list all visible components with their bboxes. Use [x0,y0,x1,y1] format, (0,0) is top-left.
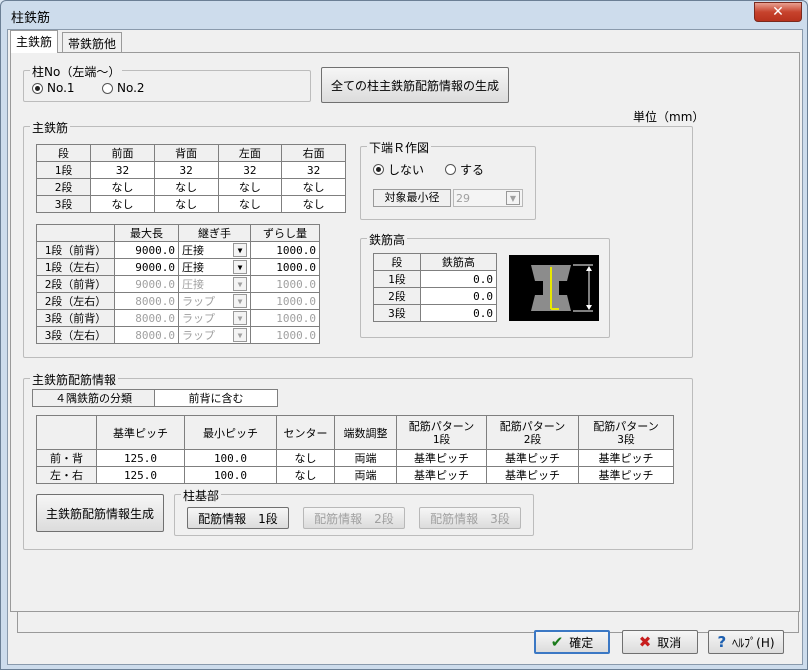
unit-label: 単位（mm） [633,110,705,124]
base-info-3-button: 配筋情報 3段 [419,507,521,529]
tab-panel: 柱No（左端～） No.1 No.2 全ての柱主鉄筋配筋情報の生成 単位（mm）… [10,52,800,633]
chevron-down-icon[interactable]: ▼ [233,260,247,274]
target-min-diameter-select: 29 ▼ [453,189,523,207]
table-row: 1段（前背） 9000.0 圧接 ▼ 1000.0 [36,241,320,259]
chevron-down-icon[interactable]: ▼ [233,243,247,257]
chevron-down-icon: ▼ [233,277,247,291]
tab-main-rebar[interactable]: 主鉄筋 [10,30,59,53]
joint-dropdown: ラップ ▼ [178,309,251,327]
main-rebar-legend: 主鉄筋 [30,119,71,136]
rebar-height-table: 段鉄筋高 1段 0.0 2段 0.0 3段 0.0 [373,253,498,322]
tab-hoop-rebar[interactable]: 帯鉄筋他 [62,32,123,52]
rebar-diameter-table: 段前面 背面 左面 右面 1段 32 32 32 32 2段 なし なし なし なし 3段 なし なし なし… [35,144,346,213]
help-button[interactable]: ? ﾍﾙﾌﾟ(H) [708,630,784,654]
table-row: 左・右 125.0 100.0 なし 両端 基準ピッチ 基準ピッチ 基準ピッチ [36,466,674,484]
window: 柱鉄筋 ✕ 主鉄筋 帯鉄筋他 柱No（左端～） No.1 No.2 全ての柱主鉄… [0,0,808,670]
rebar-height-legend: 鉄筋高 [367,231,408,248]
table-row: 3段 0.0 [373,304,498,322]
rebar-length-table: 最大長 継ぎ手 ずらし量 1段（前背） 9000.0 圧接 ▼ 1000.0 1段（左右） 9… [36,224,320,344]
generate-all-button[interactable]: 全ての柱主鉄筋配筋情報の生成 [321,67,509,103]
column-no-group: 柱No（左端～） No.1 No.2 [23,63,311,102]
client-area: 主鉄筋 帯鉄筋他 柱No（左端～） No.1 No.2 全ての柱主鉄筋配筋情報の… [7,29,803,665]
column-no-legend: 柱No（左端～） [30,63,123,80]
lower-r-legend: 下端Ｒ作図 [367,139,432,156]
joint-dropdown[interactable]: 圧接 ▼ [178,258,251,276]
main-rebar-group: 主鉄筋 段前面 背面 左面 右面 1段 32 32 32 32 2段 なし なし なし なし 3段 なし… [23,119,693,358]
rebar-height-diagram-icon [509,255,599,321]
joint-dropdown: ラップ ▼ [178,292,251,310]
radio-unselected-icon [445,164,456,175]
corner-rebar-table: ４隅鉄筋の分類 前背に含む [32,389,278,407]
arrangement-legend: 主鉄筋配筋情報 [30,371,119,388]
cross-icon: ✖ [638,633,652,651]
joint-dropdown: 圧接 ▼ [178,275,251,293]
table-row: 1段 0.0 [373,270,498,288]
table-row: 3段 なし なし なし なし [35,195,346,213]
generate-arrangement-button[interactable]: 主鉄筋配筋情報生成 [36,494,164,532]
radio-selected-icon [373,164,384,175]
ok-button[interactable]: ✔ 確定 [534,630,610,654]
chevron-down-icon: ▼ [233,294,247,308]
title-bar: 柱鉄筋 ✕ [1,1,807,29]
column-base-group: 柱基部 配筋情報 1段 配筋情報 2段 配筋情報 3段 [174,487,534,536]
question-icon: ? [717,633,727,651]
window-title: 柱鉄筋 [11,11,51,26]
table-row: 3段（前背） 8000.0 ラップ ▼ 1000.0 [36,309,320,327]
cancel-button[interactable]: ✖ 取消 [622,630,698,654]
radio-unselected-icon [102,82,113,94]
check-icon: ✔ [550,633,564,651]
chevron-down-icon: ▼ [506,191,520,205]
radio-lower-r-yes[interactable]: する [445,161,484,178]
table-row: 前・背 125.0 100.0 なし 両端 基準ピッチ 基準ピッチ 基準ピッチ [36,449,674,467]
radio-selected-icon [32,82,43,94]
radio-no2[interactable]: No.2 [102,81,145,95]
joint-dropdown[interactable]: 圧接 ▼ [178,241,251,259]
table-row: 1段 32 32 32 32 [35,161,346,179]
rebar-height-group: 鉄筋高 段鉄筋高 1段 0.0 2段 0.0 3段 0.0 [360,231,610,338]
corner-rebar-value[interactable]: 前背に含む [154,389,278,407]
table-row: 2段（左右） 8000.0 ラップ ▼ 1000.0 [36,292,320,310]
column-base-legend: 柱基部 [181,487,222,504]
close-button[interactable]: ✕ [754,2,802,22]
base-info-1-button[interactable]: 配筋情報 1段 [187,507,289,529]
chevron-down-icon: ▼ [233,328,247,342]
chevron-down-icon: ▼ [233,311,247,325]
arrangement-table: 基準ピッチ 最小ピッチ センター 端数調整 配筋パターン 1段 配筋パターン 2… [36,415,674,484]
base-info-2-button: 配筋情報 2段 [303,507,405,529]
radio-lower-r-no[interactable]: しない [373,161,424,178]
corner-rebar-label: ４隅鉄筋の分類 [32,389,155,407]
table-row: 2段 なし なし なし なし [35,178,346,196]
joint-dropdown: ラップ ▼ [178,326,251,344]
arrangement-group: 主鉄筋配筋情報 ４隅鉄筋の分類 前背に含む 基準ピッチ 最小ピッチ センター 端数… [23,371,693,550]
table-row: 3段（左右） 8000.0 ラップ ▼ 1000.0 [36,326,320,344]
table-row: 2段 0.0 [373,287,498,305]
target-min-diameter-label: 対象最小径 [373,189,451,207]
table-row: 2段（前背） 9000.0 圧接 ▼ 1000.0 [36,275,320,293]
radio-no1[interactable]: No.1 [32,81,75,95]
table-row: 1段（左右） 9000.0 圧接 ▼ 1000.0 [36,258,320,276]
lower-r-group: 下端Ｒ作図 しない する 対象最小径 29 ▼ [360,139,536,220]
